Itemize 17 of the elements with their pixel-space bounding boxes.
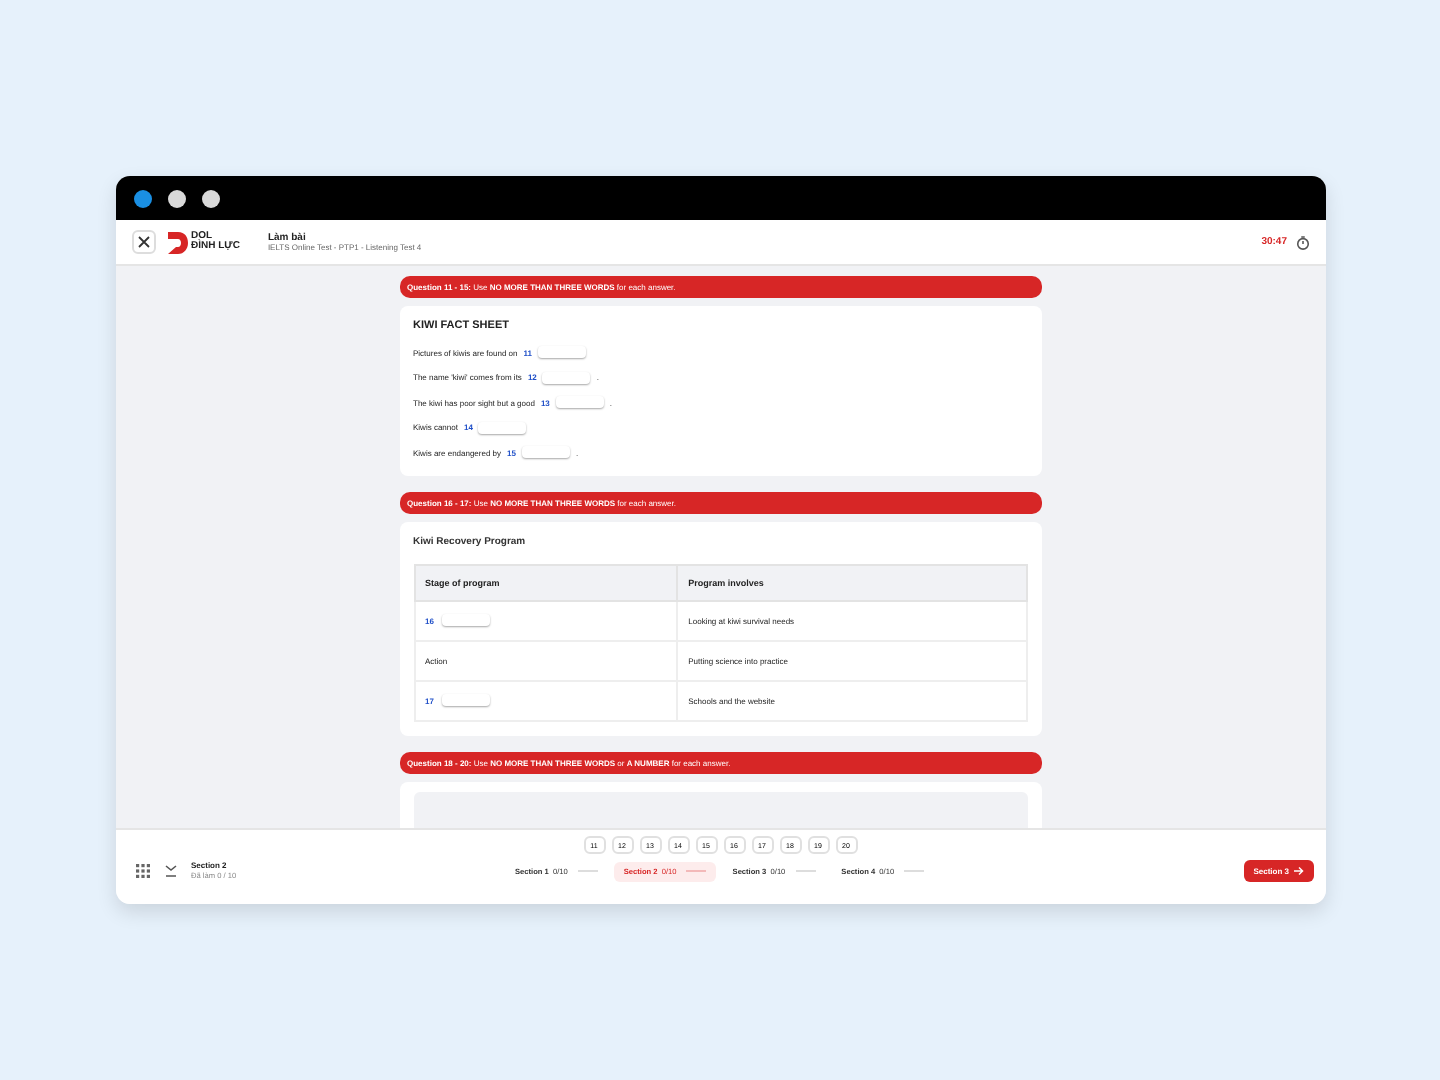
grid-icon[interactable] <box>135 864 149 878</box>
answer-field[interactable] <box>555 396 604 409</box>
logo-icon <box>167 231 187 253</box>
collapse-icon[interactable] <box>163 864 177 878</box>
close-icon <box>137 236 149 248</box>
answer-field[interactable] <box>521 446 570 459</box>
answer-field[interactable] <box>478 421 527 434</box>
timer-icon[interactable] <box>1295 235 1309 249</box>
answer-field[interactable] <box>441 694 490 706</box>
answer-field[interactable] <box>537 346 586 359</box>
arrow-icon <box>1293 866 1303 876</box>
answer-field[interactable] <box>441 614 490 626</box>
window-dot[interactable] <box>201 189 219 207</box>
window-dot[interactable] <box>133 189 151 207</box>
answer-field[interactable] <box>542 371 591 384</box>
close-button[interactable] <box>131 230 155 254</box>
window-dot[interactable] <box>167 189 185 207</box>
